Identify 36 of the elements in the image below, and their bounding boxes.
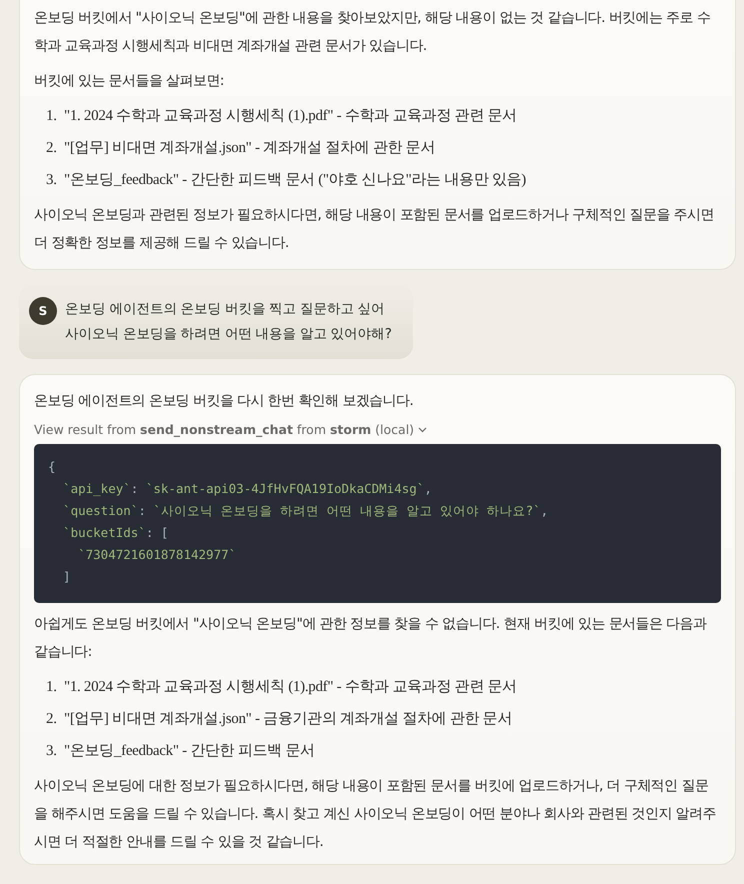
code-token: ] <box>62 568 71 586</box>
message-line: 사이오닉 온보딩을 하려면 어떤 내용을 알고 있어야해? <box>65 325 392 344</box>
list-number: 2. <box>46 710 58 729</box>
message-text: 사이오닉 온보딩에 대한 정보가 필요하시다면, 해당 내용이 포함된 문서를 버킷에 업로드하거나, 더 구체적인 질문을 해주시면 도움을 드릴 수 있습니다. 혹시 찾고 계신 사이오닉 온보딩이 어떤 분야나 회사와 관련된 것인지 알려주시면 더 적절한 안내를 드릴 수 있을 것 같습니다. <box>34 777 717 852</box>
code-token: , <box>540 502 548 520</box>
code-token: , <box>424 480 432 498</box>
list-item-text: "온보딩_feedback" - 간단한 피드백 문서 <box>64 742 315 761</box>
list-item-text: "1. 2024 수학과 교육과정 시행세칙 (1).pdf" - 수학과 교육과정 관련 문서 <box>64 107 517 126</box>
chevron-icon <box>418 426 428 432</box>
list-item-text: "[업무] 비대면 계좌개설.json" - 계좌개설 절차에 관한 문서 <box>64 139 436 158</box>
list-number: 3. <box>46 171 58 190</box>
code-token: `api_key` <box>62 480 131 498</box>
code-token: `question` <box>62 502 138 520</box>
message-line: 온보딩 에이전트의 온보딩 버킷을 찍고 질문하고 싶어 <box>65 300 386 319</box>
code-token: `sk-ant-api03-4JfHvFQA19IoDkaCDMi4sg` <box>146 480 424 498</box>
list-item-text: "[업무] 비대면 계좌개설.json" - 금융기관의 계좌개설 절차에 관한 문서 <box>64 710 512 729</box>
code-token: : [ <box>146 524 168 542</box>
message-text: 온보딩 에이전트의 온보딩 버킷을 다시 한번 확인해 보겠습니다. <box>34 392 414 411</box>
list-item-text: "온보딩_feedback" - 간단한 피드백 문서 ("야호 신나요"라는 내용만 있음) <box>64 171 526 190</box>
list-number: 1. <box>46 678 58 697</box>
list-number: 1. <box>46 107 58 126</box>
message-text: 아쉽게도 온보딩 버킷에서 "사이오닉 온보딩"에 관한 정보를 찾을 수 없습니다. 현재 버킷에 있는 문서들은 다음과 같습니다: <box>34 615 708 662</box>
code-token: `사이오닉 온보딩을 하려면 어떤 내용을 알고 있어야 하나요?` <box>153 502 541 520</box>
message-text: 온보딩 버킷에서 "사이오닉 온보딩"에 관한 내용을 찾아보았지만, 해당 내용이 없는 것 같습니다. 버킷에는 주로 수학과 교육과정 시행세칙과 비대면 계좌개설 관련 문서가 있습니다. <box>34 9 712 56</box>
code-token: : <box>138 502 147 520</box>
code-token: `bucketIds` <box>62 524 146 542</box>
code-token: { <box>48 458 56 476</box>
code-token: : <box>130 480 140 498</box>
code-token: `7304721601878142977` <box>77 546 236 564</box>
message-text: 사이오닉 온보딩과 관련된 정보가 필요하시다면, 해당 내용이 포함된 문서를 업로드하거나 구체적인 질문을 주시면 더 정확한 정보를 제공해 드릴 수 있습니다. <box>34 206 715 253</box>
tool-result-toggle[interactable]: View result from send_nonstream_chat from storm (local) <box>34 422 428 437</box>
list-item-text: "1. 2024 수학과 교육과정 시행세칙 (1).pdf" - 수학과 교육과정 관련 문서 <box>64 678 517 697</box>
list-number: 2. <box>46 139 58 158</box>
message-text: 버킷에 있는 문서들을 살펴보면: <box>34 72 225 91</box>
list-number: 3. <box>46 742 58 761</box>
user-avatar: S <box>29 297 57 325</box>
